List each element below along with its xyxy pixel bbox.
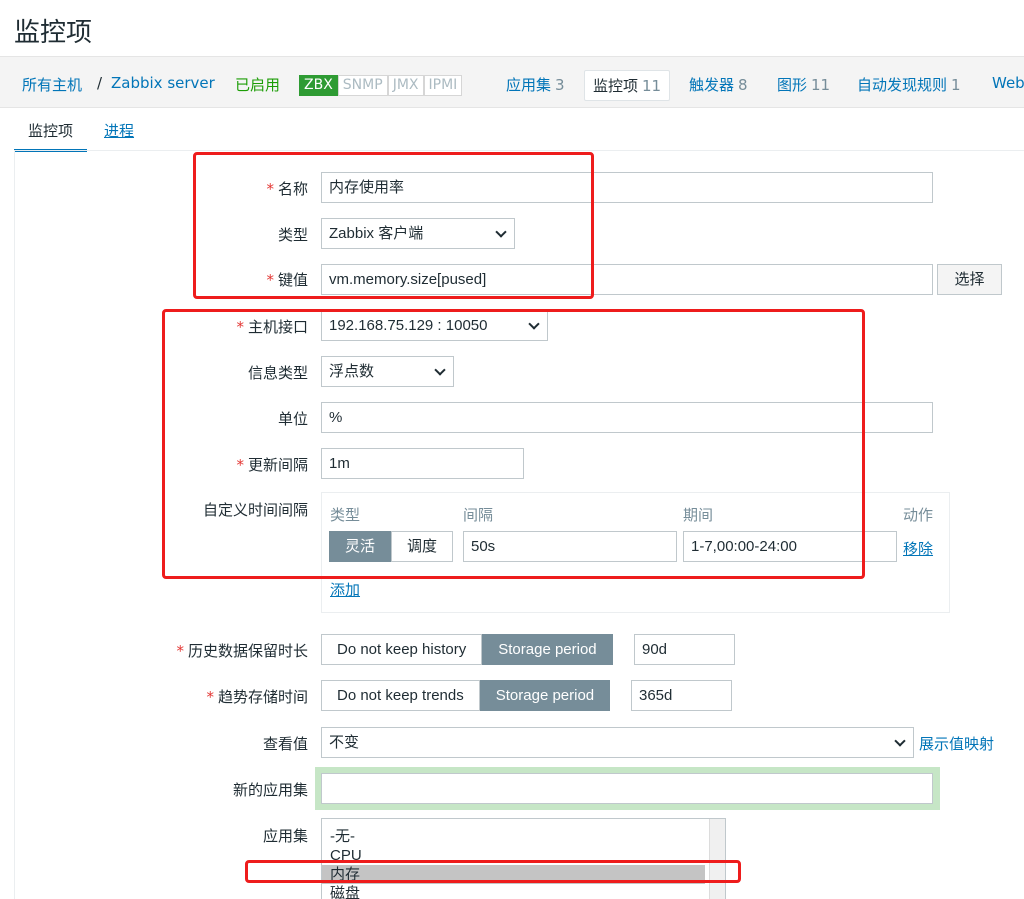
new-app-label: 新的应用集 <box>232 781 308 799</box>
annotation-box-app-memory <box>245 860 741 883</box>
tab-applications-label[interactable]: 应用集 <box>506 76 551 94</box>
custom-add-link[interactable]: 添加 <box>330 579 360 600</box>
tab-graphs[interactable]: 图形 11 <box>777 74 830 95</box>
trends-storage-option[interactable]: Storage period <box>479 680 611 711</box>
apps-option[interactable]: 磁盘 <box>322 884 725 899</box>
breadcrumb-all-hosts[interactable]: 所有主机 <box>22 74 82 95</box>
history-label: * 历史数据保留时长 <box>176 642 308 660</box>
tab-web[interactable]: Web <box>992 74 1024 92</box>
tab-discovery-rules-label[interactable]: 自动发现规则 <box>857 76 947 94</box>
ipmi-badge: IPMI <box>423 75 463 96</box>
trends-label: * 趋势存储时间 <box>206 688 308 706</box>
history-period-input[interactable]: 90d <box>634 634 735 665</box>
tab-triggers-label[interactable]: 触发器 <box>689 76 734 94</box>
tab-graphs-label[interactable]: 图形 <box>777 76 807 94</box>
tab-discovery-rules-count: 1 <box>951 76 961 94</box>
tab-applications[interactable]: 应用集 3 <box>506 74 565 95</box>
valuemap-select-value: 不变 <box>329 734 360 751</box>
history-no-keep-option[interactable]: Do not keep history <box>321 634 483 665</box>
tab-items[interactable]: 监控项 11 <box>584 70 671 101</box>
show-valuemap-link[interactable]: 展示值映射 <box>919 733 994 754</box>
apps-scrollbar[interactable] <box>709 819 725 899</box>
snmp-badge: SNMP <box>337 75 388 96</box>
jmx-badge: JMX <box>387 75 424 96</box>
apps-listbox[interactable]: -无- CPU 内存 磁盘 <box>321 818 726 899</box>
subtab-item[interactable]: 监控项 <box>14 120 88 152</box>
custom-col-action: 动作 <box>903 506 934 524</box>
tab-items-label[interactable]: 监控项 <box>593 77 638 95</box>
tab-applications-count: 3 <box>555 76 565 94</box>
history-storage-option[interactable]: Storage period <box>482 634 613 665</box>
valuemap-label: 查看值 <box>262 735 308 753</box>
apps-option[interactable]: -无- <box>322 827 725 846</box>
host-status-enabled[interactable]: 已启用 <box>235 74 280 95</box>
trends-no-keep-option[interactable]: Do not keep trends <box>321 680 480 711</box>
custom-remove-link[interactable]: 移除 <box>903 538 933 559</box>
new-app-input[interactable] <box>321 773 933 804</box>
key-select-button[interactable]: 选择 <box>937 264 1002 295</box>
subtab-process[interactable]: 进程 <box>104 120 134 141</box>
chevron-down-icon <box>894 735 906 747</box>
annotation-box-name-type-key <box>193 152 594 299</box>
page-title: 监控项 <box>14 18 93 48</box>
tab-discovery-rules[interactable]: 自动发现规则 1 <box>857 74 961 95</box>
annotation-box-interface-interval <box>162 309 865 579</box>
host-nav-bar: 所有主机 / Zabbix server 已启用 ZBX SNMP JMX IP… <box>0 56 1024 108</box>
tab-items-count: 11 <box>642 77 662 95</box>
trends-mode-toggle[interactable]: Do not keep trends Storage period <box>321 680 611 711</box>
apps-label: 应用集 <box>262 827 308 845</box>
tab-web-label[interactable]: Web <box>992 74 1024 92</box>
zbx-badge: ZBX <box>299 75 338 96</box>
tab-triggers-count: 8 <box>738 76 748 94</box>
history-mode-toggle[interactable]: Do not keep history Storage period <box>321 634 613 665</box>
availability-badges: ZBX SNMP JMX IPMI <box>299 75 463 96</box>
breadcrumb-host[interactable]: Zabbix server <box>111 74 215 92</box>
breadcrumb-separator: / <box>97 74 103 92</box>
trends-period-input[interactable]: 365d <box>631 680 732 711</box>
tab-triggers[interactable]: 触发器 8 <box>689 74 748 95</box>
valuemap-select[interactable]: 不变 <box>321 727 914 758</box>
form-subtabs: 监控项 进程 <box>0 108 1024 152</box>
tab-graphs-count: 11 <box>811 76 831 94</box>
